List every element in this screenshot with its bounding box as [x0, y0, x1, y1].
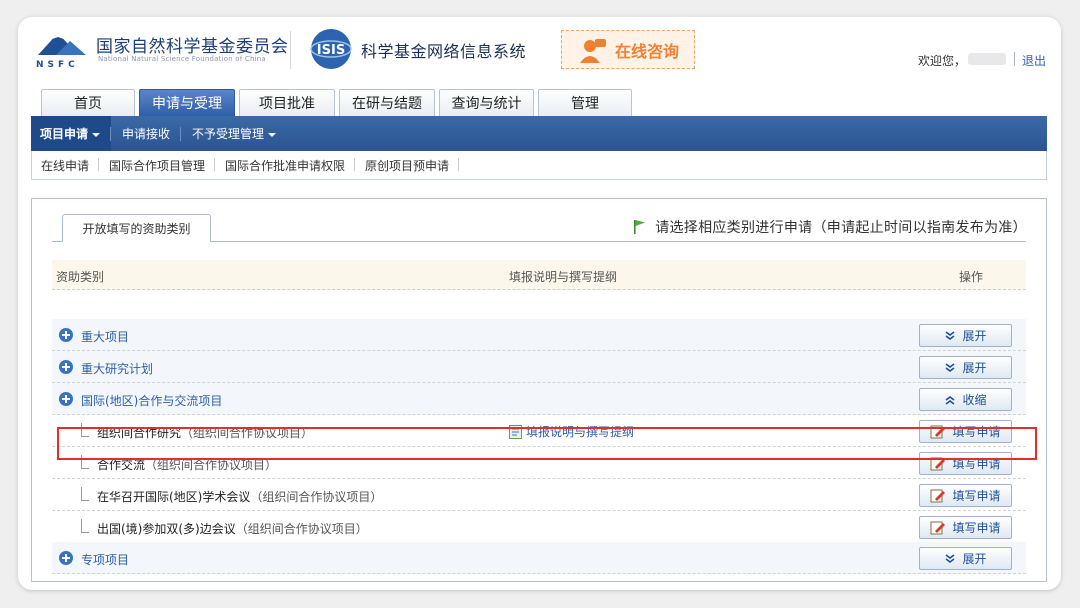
double-chevron-up-icon	[946, 395, 955, 405]
tab-approval[interactable]: 项目批准	[239, 89, 335, 116]
fill-application-label: 填写申请	[952, 521, 1001, 535]
nav-project-apply-label: 项目申请	[40, 127, 89, 141]
column-header-action: 操作	[959, 270, 984, 284]
category-label[interactable]: 国际(地区)合作与交流项目	[81, 392, 222, 409]
subcategory-name: 出国(境)参加双(多)边会议	[97, 522, 236, 536]
tree-connector	[81, 519, 89, 533]
nav-menu-bar: 项目申请 申请接收 不予受理管理	[31, 116, 1047, 151]
double-chevron-down-icon	[946, 330, 955, 340]
expand-plus-icon[interactable]	[59, 328, 73, 342]
tree-connector	[81, 487, 89, 501]
category-label[interactable]: 专项项目	[81, 551, 129, 568]
table-header: 资助类别 填报说明与撰写提纲 操作	[52, 260, 1026, 290]
column-header-guide: 填报说明与撰写提纲	[509, 270, 618, 284]
welcome-text: 欢迎您，	[918, 54, 967, 68]
nav-project-apply[interactable]: 项目申请	[31, 116, 112, 151]
submenu-original-pre-apply[interactable]: 原创项目预申请	[355, 157, 460, 174]
submenu-intl-approval-permission[interactable]: 国际合作批准申请权限	[215, 157, 356, 174]
submenu-intl-coop-manage[interactable]: 国际合作项目管理	[99, 157, 216, 174]
subcategory-label: 出国(境)参加双(多)边会议（组织间合作协议项目）	[97, 520, 368, 537]
table-row: 在华召开国际(地区)学术会议（组织间合作协议项目） 填写申请	[52, 479, 1026, 511]
org-name-en: National Natural Science Foundation of C…	[98, 55, 266, 63]
org-name-cn: 国家自然科学基金委员会	[96, 37, 289, 57]
system-title: 科学基金网络信息系统	[361, 42, 527, 61]
expand-button-label: 展开	[962, 552, 987, 566]
expand-button[interactable]: 展开	[919, 324, 1012, 347]
edit-pen-icon	[930, 489, 946, 503]
category-label[interactable]: 重大项目	[81, 328, 129, 345]
nav-reject-manage-label: 不予受理管理	[192, 127, 265, 141]
app-window: NSFC 国家自然科学基金委员会 National Natural Scienc…	[18, 17, 1061, 590]
edit-pen-icon	[930, 521, 946, 535]
isis-logo-icon: ISIS	[310, 29, 352, 69]
table-row: 重大项目 展开	[52, 319, 1026, 351]
sub-menu-bar: 在线申请 国际合作项目管理 国际合作批准申请权限 原创项目预申请	[31, 151, 1047, 180]
username-redacted	[968, 53, 1006, 65]
subcategory-note: （组织间合作协议项目）	[235, 522, 368, 536]
tab-home[interactable]: 首页	[41, 89, 135, 116]
column-header-category: 资助类别	[56, 270, 105, 284]
subcategory-note: （组织间合作协议项目）	[250, 490, 383, 504]
tab-apply-accept[interactable]: 申请与受理	[139, 89, 235, 116]
tab-ongoing-closing[interactable]: 在研与结题	[339, 89, 435, 116]
nsfc-logo-icon: NSFC	[36, 33, 86, 69]
expand-plus-icon[interactable]	[59, 392, 73, 406]
isis-logo-text: ISIS	[317, 43, 345, 58]
dropdown-caret-icon	[92, 132, 101, 137]
online-consult-button[interactable]: 在线咨询	[561, 30, 695, 69]
collapse-button-label: 收缩	[962, 393, 987, 407]
nav-reject-manage[interactable]: 不予受理管理	[181, 116, 287, 151]
main-tabs: 首页 申请与受理 项目批准 在研与结题 查询与统计 管理	[41, 89, 632, 116]
double-chevron-down-icon	[946, 553, 955, 563]
category-label[interactable]: 重大研究计划	[81, 360, 153, 377]
expand-button[interactable]: 展开	[919, 547, 1012, 570]
table-row: 重大研究计划 展开	[52, 351, 1026, 383]
apply-tip-text: 请选择相应类别进行申请（申请起止时间以指南发布为准）	[655, 220, 1027, 236]
logout-link[interactable]: 退出	[1022, 52, 1046, 69]
expand-button-label: 展开	[962, 361, 987, 375]
double-chevron-down-icon	[946, 362, 955, 372]
tab-query-stats[interactable]: 查询与统计	[439, 89, 534, 116]
nav-apply-receive-label: 申请接收	[122, 127, 171, 141]
highlight-box	[57, 427, 1037, 460]
fill-application-label: 填写申请	[952, 489, 1001, 503]
panel-tab-open-categories[interactable]: 开放填写的资助类别	[62, 214, 211, 242]
expand-plus-icon[interactable]	[59, 360, 73, 374]
fill-application-button[interactable]: 填写申请	[919, 484, 1012, 507]
flag-icon	[634, 220, 646, 234]
fill-application-button[interactable]: 填写申请	[919, 516, 1012, 539]
collapse-button[interactable]: 收缩	[919, 388, 1012, 411]
header-divider	[290, 31, 291, 69]
table-row: 国际(地区)合作与交流项目 收缩	[52, 383, 1026, 415]
nav-apply-receive[interactable]: 申请接收	[111, 116, 182, 151]
header-separator	[1014, 52, 1015, 66]
apply-tip: 请选择相应类别进行申请（申请起止时间以指南发布为准）	[633, 217, 1027, 237]
table-row: 专项项目 展开	[52, 542, 1026, 574]
expand-plus-icon[interactable]	[59, 551, 73, 565]
subcategory-name: 合作交流	[97, 458, 146, 472]
submenu-online-apply[interactable]: 在线申请	[32, 157, 100, 174]
expand-button-label: 展开	[962, 329, 987, 343]
svg-text:NSFC: NSFC	[36, 60, 79, 69]
dropdown-caret-icon	[268, 132, 277, 137]
table-row: 出国(境)参加双(多)边会议（组织间合作协议项目） 填写申请	[52, 511, 1026, 543]
tab-manage[interactable]: 管理	[538, 89, 632, 116]
funding-category-panel: 开放填写的资助类别 请选择相应类别进行申请（申请起止时间以指南发布为准） 资助类…	[31, 198, 1047, 582]
expand-button[interactable]: 展开	[919, 356, 1012, 379]
subcategory-label: 在华召开国际(地区)学术会议（组织间合作协议项目）	[97, 488, 382, 505]
consult-person-icon	[579, 38, 606, 63]
consult-label: 在线咨询	[614, 41, 679, 61]
subcategory-note: （组织间合作协议项目）	[145, 458, 278, 472]
subcategory-name: 在华召开国际(地区)学术会议	[97, 490, 251, 504]
